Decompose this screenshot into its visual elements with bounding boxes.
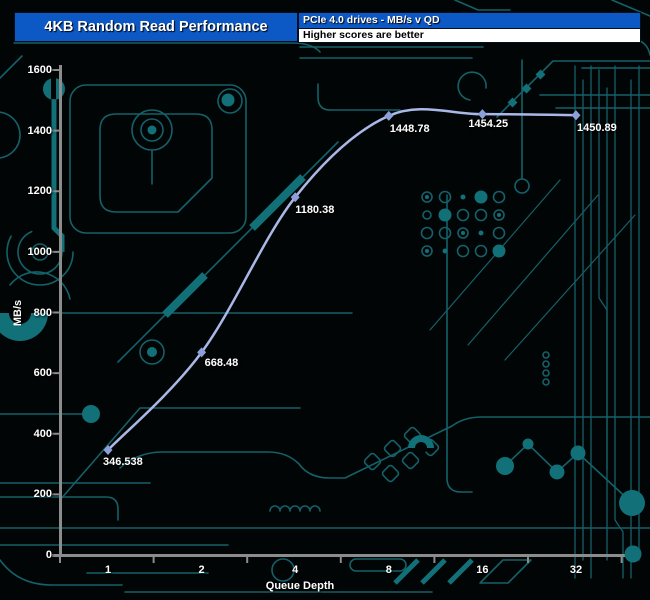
data-label: 1450.89 [577,122,617,135]
y-tick-label: 200 [14,487,52,501]
series-marker [384,111,393,121]
series-line [108,109,576,450]
series-marker [572,110,581,120]
data-label: 1448.78 [390,123,430,136]
x-tick-label: 1 [88,563,128,577]
chart-title: 4KB Random Read Performance [44,19,267,35]
y-tick-label: 0 [14,548,52,562]
chart-subtitle-box: PCIe 4.0 drives - MB/s v QD Higher score… [298,12,641,43]
y-tick-label: 600 [14,366,52,380]
plot-area [0,0,650,600]
axes [52,65,642,563]
x-axis-title: Queue Depth [210,580,390,592]
y-tick-label: 1000 [14,245,52,259]
chart-note: Higher scores are better [298,28,641,43]
chart-canvas: 4KB Random Read Performance PCIe 4.0 dri… [0,0,650,600]
x-tick-label: 16 [462,563,502,577]
y-tick-label: 400 [14,427,52,441]
axis-tick-marks [52,70,622,563]
y-tick-label: 1200 [14,184,52,198]
axis-end-pad [625,546,642,563]
y-tick-label: 800 [14,306,52,320]
data-series [104,109,581,455]
x-tick-label: 8 [369,563,409,577]
x-tick-label: 4 [275,563,315,577]
data-label: 668.48 [205,357,239,370]
y-tick-label: 1600 [14,63,52,77]
chart-subtitle: PCIe 4.0 drives - MB/s v QD [298,12,641,28]
data-label: 346.538 [103,456,143,469]
data-label: 1454.25 [468,118,508,131]
y-tick-label: 1400 [14,124,52,138]
chart-title-bar: 4KB Random Read Performance [14,12,298,42]
x-tick-label: 32 [556,563,596,577]
x-tick-label: 2 [182,563,222,577]
data-label: 1180.38 [295,204,334,217]
